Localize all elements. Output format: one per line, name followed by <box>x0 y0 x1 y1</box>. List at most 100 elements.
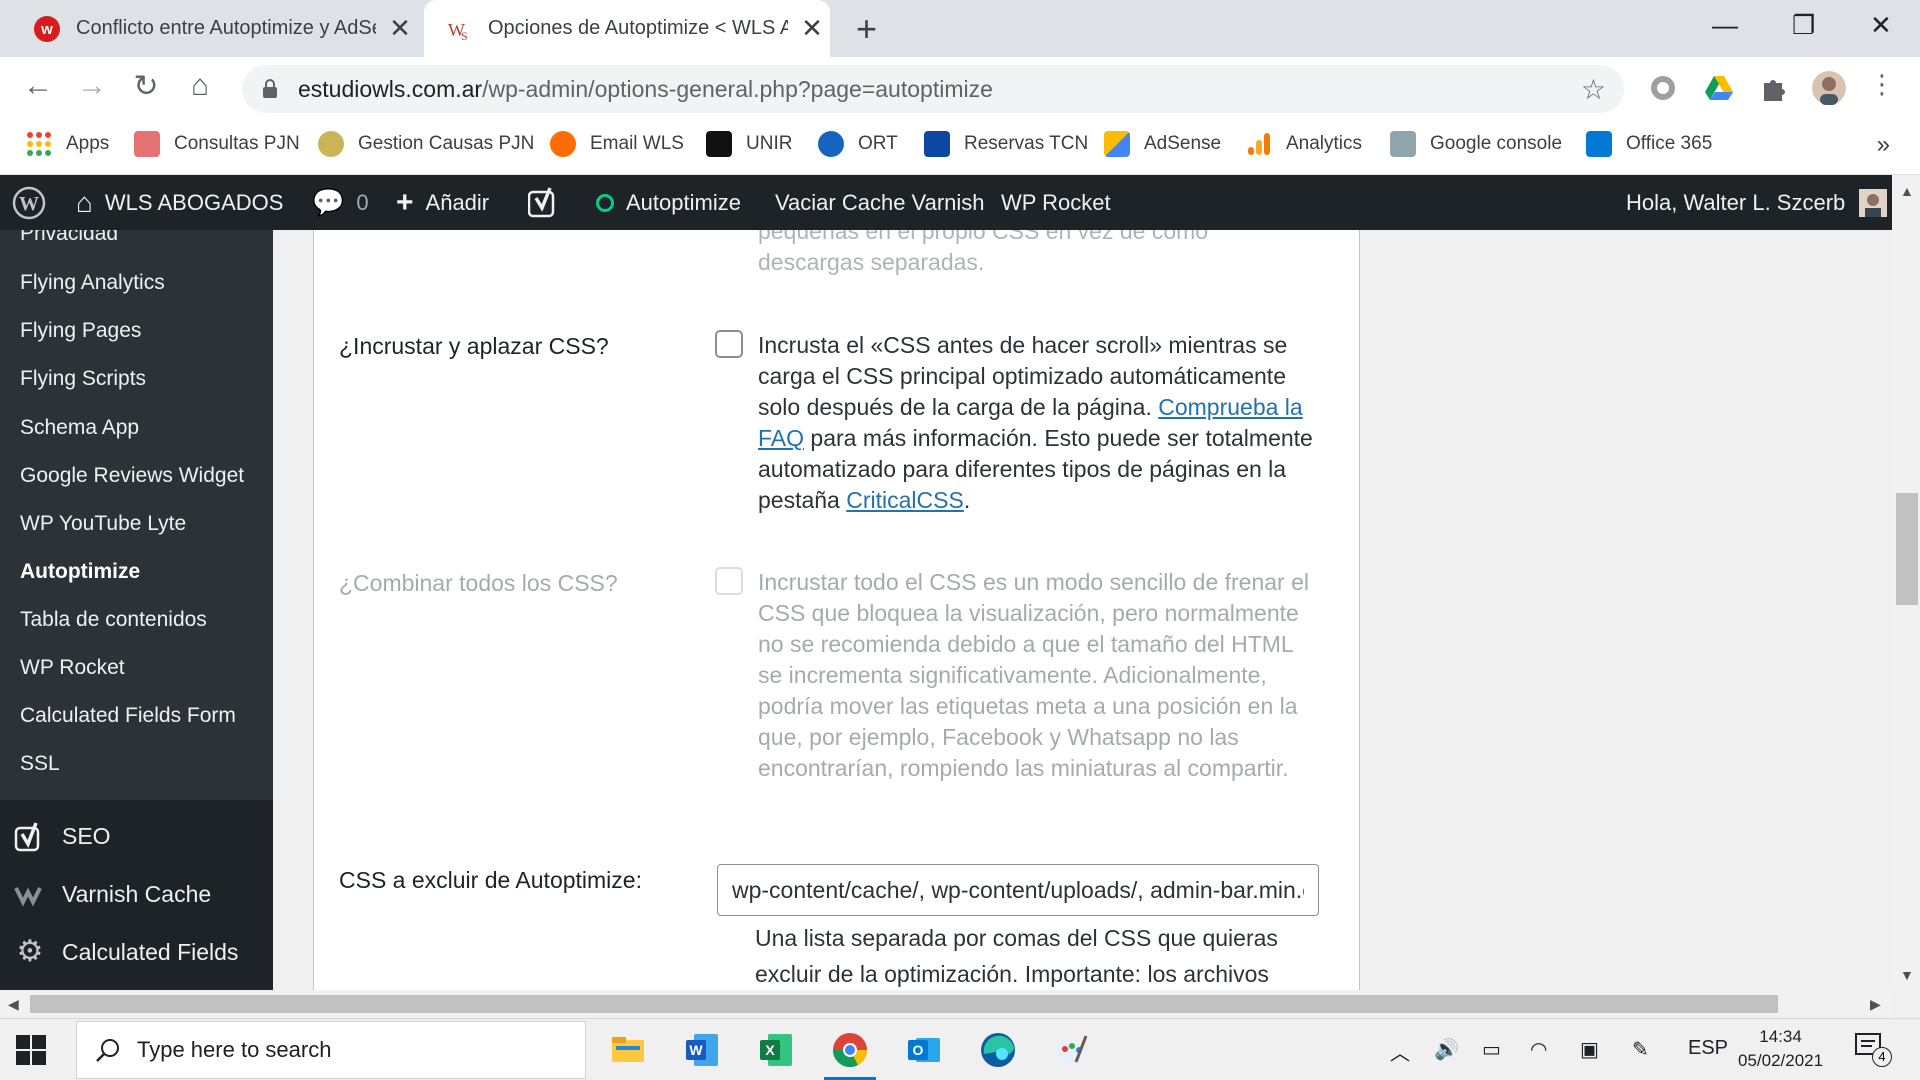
sidebar-item-varnish-cache[interactable]: Varnish Cache <box>14 878 211 910</box>
language-indicator[interactable]: ESP <box>1688 1037 1728 1060</box>
pen-icon[interactable]: ✎ <box>1632 1037 1649 1062</box>
clock[interactable]: 14:34 05/02/2021 <box>1738 1025 1823 1073</box>
unir-icon <box>706 131 732 157</box>
inline-defer-label: ¿Incrustar y aplazar CSS? <box>339 333 609 359</box>
vertical-scrollbar[interactable]: ▲ ▼ <box>1892 175 1920 990</box>
minimize-icon[interactable]: — <box>1712 10 1738 41</box>
notifications-button[interactable]: 4 <box>1854 1031 1894 1071</box>
paint-icon[interactable] <box>1050 1028 1094 1072</box>
extension-icon[interactable] <box>1648 73 1678 103</box>
battery-icon[interactable]: ▭ <box>1482 1037 1501 1062</box>
bookmark-gestion-causas[interactable]: Gestion Causas PJN <box>318 131 534 157</box>
sidebar-item-privacidad[interactable]: Privacidad <box>20 230 118 246</box>
close-window-icon[interactable]: ✕ <box>1870 10 1892 41</box>
tcn-icon <box>924 131 950 157</box>
inline-all-checkbox[interactable] <box>715 567 743 595</box>
reload-icon[interactable]: ↻ <box>126 69 166 104</box>
profile-avatar[interactable] <box>1812 71 1846 105</box>
inline-defer-checkbox[interactable] <box>715 330 743 358</box>
outlook-icon <box>1586 131 1612 157</box>
wp-icon: W <box>12 186 46 219</box>
scroll-left-icon[interactable]: ◀ <box>8 996 19 1013</box>
criticalcss-link[interactable]: CriticalCSS <box>846 487 964 513</box>
extensions-puzzle-icon[interactable] <box>1758 73 1788 103</box>
sidebar-item-ssl[interactable]: SSL <box>20 752 60 776</box>
more-bookmarks-icon[interactable]: » <box>1877 131 1890 159</box>
sidebar-item-wp-rocket[interactable]: WP Rocket <box>20 656 125 680</box>
chrome-icon[interactable] <box>828 1028 872 1072</box>
bookmark-google-console[interactable]: Google console <box>1390 131 1562 157</box>
sidebar-item-autoptimize[interactable]: Autoptimize <box>20 560 140 584</box>
sidebar-item-flying-scripts[interactable]: Flying Scripts <box>20 367 146 391</box>
scroll-right-icon[interactable]: ▶ <box>1870 996 1881 1013</box>
scroll-down-icon[interactable]: ▼ <box>1900 967 1914 983</box>
show-hidden-icons[interactable]: ︿ <box>1390 1037 1410 1066</box>
tab-title: Conflicto entre Autoptimize y AdSense <box>76 17 376 39</box>
bookmark-email-wls[interactable]: Email WLS <box>550 131 684 157</box>
comment-icon: 💬 <box>312 187 345 217</box>
account-menu[interactable]: Hola, Walter L. Szcerb <box>1626 175 1888 230</box>
tab-conflicto[interactable]: w Conflicto entre Autoptimize y AdSense … <box>0 0 420 57</box>
sidebar-item-google-reviews[interactable]: Google Reviews Widget <box>20 464 244 488</box>
svg-text:w: w <box>40 21 53 38</box>
scroll-up-icon[interactable]: ▲ <box>1900 183 1914 199</box>
vertical-scroll-thumb[interactable] <box>1896 493 1918 605</box>
add-new-link[interactable]: + Añadir <box>396 175 489 230</box>
bookmark-adsense[interactable]: AdSense <box>1104 131 1221 157</box>
close-tab-icon[interactable]: ✕ <box>386 13 414 44</box>
yoast-link[interactable] <box>528 175 558 230</box>
varnish-purge-link[interactable]: Vaciar Cache Varnish <box>775 175 985 230</box>
svg-text:X: X <box>765 1042 775 1058</box>
google-drive-icon[interactable] <box>1704 73 1734 103</box>
sidebar-item-seo[interactable]: SEO <box>14 820 111 852</box>
sidebar-item-calculated-fields[interactable]: ⚙ Calculated Fields <box>14 936 239 968</box>
horizontal-scroll-thumb[interactable] <box>30 995 1778 1013</box>
adsense-icon <box>1104 131 1130 157</box>
analytics-icon <box>1248 133 1270 155</box>
taskbar-search[interactable]: Type here to search <box>76 1021 586 1079</box>
forward-icon[interactable]: → <box>72 69 112 103</box>
excel-icon[interactable]: X <box>754 1028 798 1072</box>
home-icon[interactable]: ⌂ <box>180 69 220 103</box>
wp-rocket-link[interactable]: WP Rocket <box>1001 175 1111 230</box>
sidebar-item-flying-pages[interactable]: Flying Pages <box>20 319 141 343</box>
chrome-menu-icon[interactable]: ⋮ <box>1862 69 1902 100</box>
sidebar-item-flying-analytics[interactable]: Flying Analytics <box>20 271 165 295</box>
display-icon[interactable]: ▣ <box>1580 1037 1599 1062</box>
sidebar-item-schema-app[interactable]: Schema App <box>20 416 139 440</box>
sidebar-item-youtube-lyte[interactable]: WP YouTube Lyte <box>20 512 186 536</box>
wifi-icon[interactable]: ◠ <box>1530 1037 1547 1062</box>
bookmark-unir[interactable]: UNIR <box>706 131 792 157</box>
windows-start-icon[interactable] <box>16 1035 46 1065</box>
close-tab-icon[interactable]: ✕ <box>798 13 826 44</box>
restore-icon[interactable]: ❐ <box>1792 10 1815 41</box>
tab-autoptimize[interactable]: WS Opciones de Autoptimize < WLS ABOGADO… <box>424 0 830 57</box>
new-tab-icon[interactable]: + <box>856 8 877 50</box>
volume-icon[interactable]: 🔊 <box>1434 1037 1459 1062</box>
address-bar[interactable]: estudiowls.com.ar/wp-admin/options-gener… <box>242 65 1624 113</box>
bookmark-ort[interactable]: ORT <box>818 131 898 157</box>
site-name-link[interactable]: ⌂ WLS ABOGADOS <box>76 175 283 230</box>
wordpress-logo-icon[interactable]: W <box>12 175 46 230</box>
exclude-css-label: CSS a excluir de Autoptimize: <box>339 867 642 893</box>
outlook-icon[interactable]: O <box>902 1028 946 1072</box>
inline-defer-description: Incrusta el «CSS antes de hacer scroll» … <box>758 332 1313 513</box>
apps-grid-icon <box>27 132 51 156</box>
bookmark-analytics[interactable]: Analytics <box>1246 131 1362 157</box>
autoptimize-menu[interactable]: Autoptimize <box>596 175 741 230</box>
bookmark-office365[interactable]: Office 365 <box>1586 131 1712 157</box>
horizontal-scrollbar[interactable]: ◀ ▶ <box>0 990 1892 1018</box>
bookmark-star-icon[interactable]: ☆ <box>1581 73 1606 106</box>
edge-icon[interactable] <box>976 1028 1020 1072</box>
bookmark-reservas-tcn[interactable]: Reservas TCN <box>924 131 1088 157</box>
svg-text:W: W <box>19 193 39 215</box>
sidebar-item-calculated-fields-form[interactable]: Calculated Fields Form <box>20 704 236 728</box>
bookmark-consultas-pjn[interactable]: Consultas PJN <box>134 131 300 157</box>
file-explorer-icon[interactable] <box>606 1028 650 1072</box>
back-icon[interactable]: ← <box>18 69 58 103</box>
word-icon[interactable]: W <box>680 1028 724 1072</box>
comments-link[interactable]: 💬 0 <box>312 175 369 230</box>
bookmark-apps[interactable]: Apps <box>26 131 109 157</box>
sidebar-item-tabla-contenidos[interactable]: Tabla de contenidos <box>20 608 207 632</box>
exclude-css-input[interactable] <box>717 864 1319 916</box>
